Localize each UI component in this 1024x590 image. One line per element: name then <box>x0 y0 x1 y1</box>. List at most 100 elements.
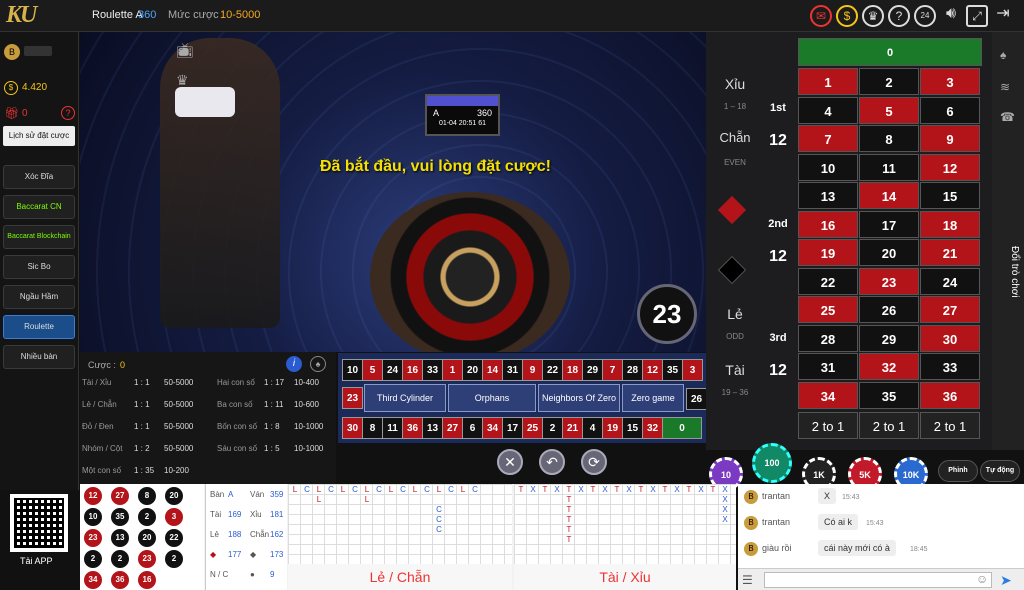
red-diamond-icon[interactable] <box>717 195 747 225</box>
racetrack-number[interactable]: 17 <box>502 417 523 439</box>
racetrack-number[interactable]: 20 <box>462 359 483 381</box>
racetrack-number[interactable]: 27 <box>442 417 463 439</box>
undo-button[interactable]: ↶ <box>539 449 565 475</box>
racetrack-number[interactable]: 36 <box>402 417 423 439</box>
racetrack-number[interactable]: 12 <box>642 359 663 381</box>
number-cell[interactable]: 28 <box>798 324 858 352</box>
number-cell[interactable]: 12 <box>920 153 980 181</box>
number-cell[interactable]: 25 <box>798 296 858 323</box>
racetrack-zero[interactable]: 0 <box>662 417 702 439</box>
number-cell[interactable]: 26 <box>859 296 919 323</box>
racetrack-number[interactable]: 19 <box>602 417 623 439</box>
racetrack-number[interactable]: 7 <box>602 359 623 381</box>
racetrack-number[interactable]: 16 <box>402 359 423 381</box>
dozen-label[interactable]: 3rd <box>760 332 796 344</box>
number-zero[interactable]: 0 <box>798 38 982 66</box>
outside-bet-label[interactable]: Chẵn <box>712 130 758 145</box>
column-bet[interactable]: 2 to 1 <box>920 412 980 439</box>
outside-bet-label[interactable]: Tài <box>712 362 758 378</box>
number-cell[interactable]: 16 <box>798 210 858 238</box>
racetrack-number[interactable]: 34 <box>482 417 503 439</box>
racetrack-number[interactable]: 32 <box>642 417 663 439</box>
number-cell[interactable]: 19 <box>798 239 858 266</box>
number-cell[interactable]: 13 <box>798 182 858 209</box>
number-cell[interactable]: 31 <box>798 353 858 380</box>
number-cell[interactable]: 8 <box>859 125 919 152</box>
tv-icon[interactable]: 📺︎ <box>176 42 194 59</box>
racetrack-number[interactable]: 4 <box>582 417 603 439</box>
number-cell[interactable]: 5 <box>859 96 919 124</box>
racetrack-number[interactable]: 21 <box>562 417 583 439</box>
number-cell[interactable]: 3 <box>920 68 980 95</box>
number-cell[interactable]: 22 <box>798 267 858 295</box>
number-cell[interactable]: 24 <box>920 267 980 295</box>
racetrack-number[interactable]: 14 <box>482 359 503 381</box>
message-icon[interactable]: ✉ <box>810 5 832 27</box>
help-icon[interactable]: ? <box>61 106 75 120</box>
number-cell[interactable]: 35 <box>859 381 919 409</box>
racetrack-number[interactable]: 23 <box>342 387 363 409</box>
racetrack-number[interactable]: 24 <box>382 359 403 381</box>
black-diamond-icon[interactable] <box>717 255 747 285</box>
help-icon[interactable]: ? <box>888 5 910 27</box>
trophy-icon[interactable]: ♛ <box>862 5 884 27</box>
number-cell[interactable]: 7 <box>798 125 858 152</box>
dozen-label[interactable]: 2nd <box>760 218 796 230</box>
game-multi-table[interactable]: Nhiều bàn <box>3 345 75 369</box>
racetrack-number[interactable]: 5 <box>362 359 383 381</box>
racetrack-number[interactable]: 2 <box>542 417 563 439</box>
game-ngau-ham[interactable]: Ngầu Hầm <box>3 285 75 309</box>
racetrack-number[interactable]: 22 <box>542 359 563 381</box>
racetrack-section[interactable]: Neighbors Of Zero <box>538 384 620 412</box>
number-cell[interactable]: 32 <box>859 353 919 380</box>
number-cell[interactable]: 27 <box>920 296 980 323</box>
chip[interactable]: 100 <box>752 443 792 483</box>
chip[interactable]: Tự động <box>980 460 1020 482</box>
racetrack-number[interactable]: 28 <box>622 359 643 381</box>
racetrack-number[interactable]: 8 <box>362 417 383 439</box>
outside-bet-label[interactable]: ODD <box>712 332 758 341</box>
repeat-button[interactable]: ⟳ <box>581 449 607 475</box>
number-cell[interactable]: 34 <box>798 381 858 409</box>
racetrack-number[interactable]: 35 <box>662 359 683 381</box>
number-cell[interactable]: 17 <box>859 210 919 238</box>
number-cell[interactable]: 30 <box>920 324 980 352</box>
clear-bet-button[interactable]: ✕ <box>497 449 523 475</box>
spade-icon[interactable]: ♠ <box>310 356 326 372</box>
number-cell[interactable]: 14 <box>859 182 919 209</box>
chat-input[interactable] <box>764 572 992 588</box>
fullscreen-icon[interactable]: ⤢ <box>966 5 988 27</box>
send-icon[interactable]: ➤ <box>1000 572 1012 589</box>
number-cell[interactable]: 23 <box>859 267 919 295</box>
outside-bet-label[interactable]: 19 – 36 <box>712 388 758 397</box>
number-cell[interactable]: 2 <box>859 68 919 95</box>
change-game-tab[interactable]: Đổi trò chơi <box>996 232 1020 312</box>
game-sic-bo[interactable]: Sic Bo <box>3 255 75 279</box>
racetrack-section[interactable]: Zero game <box>622 384 684 412</box>
racetrack-number[interactable]: 1 <box>442 359 463 381</box>
racetrack-number[interactable]: 13 <box>422 417 443 439</box>
racetrack-number[interactable]: 31 <box>502 359 523 381</box>
bet-history-button[interactable]: Lịch sử đặt cược <box>3 126 75 146</box>
racetrack-section[interactable]: Orphans <box>448 384 536 412</box>
racetrack-number[interactable]: 30 <box>342 417 363 439</box>
number-cell[interactable]: 4 <box>798 96 858 124</box>
dozen-label[interactable]: 1st <box>760 102 796 114</box>
number-cell[interactable]: 33 <box>920 353 980 380</box>
racetrack-number[interactable]: 25 <box>522 417 543 439</box>
gift-icon[interactable]: 🎁︎ <box>4 106 19 120</box>
number-cell[interactable]: 21 <box>920 239 980 266</box>
info-icon[interactable]: i <box>286 356 302 372</box>
racetrack-number[interactable]: 6 <box>462 417 483 439</box>
racetrack-number[interactable]: 18 <box>562 359 583 381</box>
number-cell[interactable]: 11 <box>859 153 919 181</box>
racetrack-number[interactable]: 26 <box>686 388 707 410</box>
emoji-icon[interactable]: ☺ <box>976 572 988 586</box>
app-download-label[interactable]: Tải APP <box>20 556 53 566</box>
coin-icon[interactable]: $ <box>836 5 858 27</box>
crown-icon[interactable]: ♛ <box>176 72 189 89</box>
number-cell[interactable]: 36 <box>920 381 980 409</box>
number-cell[interactable]: 18 <box>920 210 980 238</box>
racetrack-number[interactable]: 33 <box>422 359 443 381</box>
game-roulette[interactable]: Roulette <box>3 315 75 339</box>
